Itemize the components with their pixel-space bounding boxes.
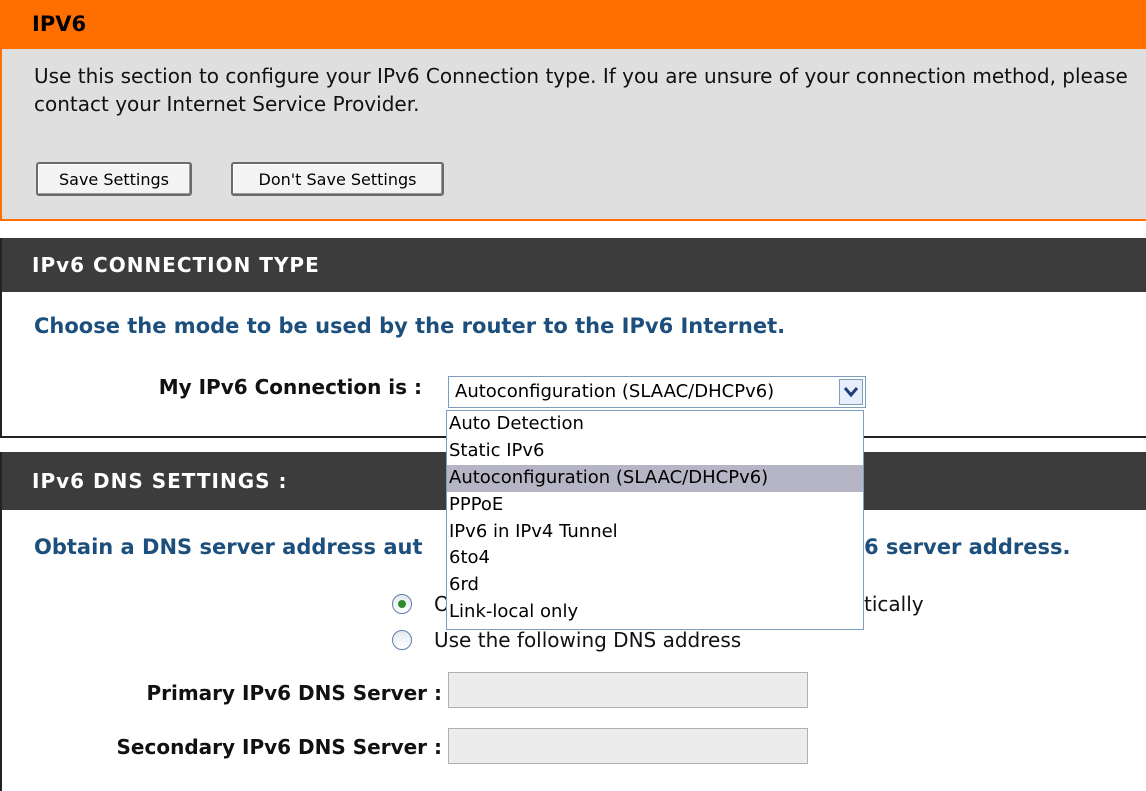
connection-type-heading: Choose the mode to be used by the router… [34, 314, 786, 338]
dropdown-option-6rd[interactable]: 6rd [447, 572, 863, 599]
save-settings-button[interactable]: Save Settings [36, 162, 192, 196]
dns-settings-heading-left: Obtain a DNS server address aut [34, 535, 423, 559]
dropdown-option-pppoe[interactable]: PPPoE [447, 492, 863, 519]
secondary-dns-input[interactable] [448, 728, 808, 764]
dns-auto-radio[interactable] [392, 594, 412, 614]
connection-type-select[interactable]: Autoconfiguration (SLAAC/DHCPv6) [448, 376, 866, 408]
dns-manual-radio[interactable] [392, 630, 412, 650]
dropdown-option-auto-detection[interactable]: Auto Detection [447, 411, 863, 438]
ipv6-section-description: Use this section to configure your IPv6 … [34, 64, 1128, 116]
ipv6-section-title: IPV6 [2, 0, 1146, 49]
dont-save-settings-button[interactable]: Don't Save Settings [231, 162, 444, 196]
ipv6-section: IPV6 Use this section to configure your … [0, 0, 1146, 221]
connection-type-title: IPv6 CONNECTION TYPE [2, 238, 1146, 292]
radio-selected-dot [398, 600, 406, 608]
connection-type-label: My IPv6 Connection is : [158, 375, 422, 399]
connection-type-panel: IPv6 CONNECTION TYPE Choose the mode to … [0, 238, 1146, 438]
dns-settings-heading-right: 6 server address. [864, 535, 1071, 559]
connection-type-selected-value: Autoconfiguration (SLAAC/DHCPv6) [455, 381, 775, 402]
dns-auto-label-right: tically [864, 592, 924, 616]
dropdown-option-autoconfiguration[interactable]: Autoconfiguration (SLAAC/DHCPv6) [447, 464, 863, 492]
dns-manual-radio-row[interactable]: Use the following DNS address [392, 628, 741, 652]
primary-dns-input[interactable] [448, 672, 808, 708]
primary-dns-label: Primary IPv6 DNS Server : [146, 681, 442, 705]
connection-type-dropdown-list[interactable]: Auto Detection Static IPv6 Autoconfigura… [446, 410, 864, 630]
dns-manual-label: Use the following DNS address [434, 628, 742, 652]
dns-auto-radio-row[interactable]: O [392, 592, 450, 616]
dropdown-option-link-local-only[interactable]: Link-local only [447, 599, 863, 626]
dropdown-option-static-ipv6[interactable]: Static IPv6 [447, 438, 863, 465]
secondary-dns-label: Secondary IPv6 DNS Server : [116, 735, 442, 759]
chevron-down-icon[interactable] [839, 379, 863, 405]
dropdown-option-ipv6-in-ipv4-tunnel[interactable]: IPv6 in IPv4 Tunnel [447, 519, 863, 546]
dropdown-option-6to4[interactable]: 6to4 [447, 545, 863, 572]
